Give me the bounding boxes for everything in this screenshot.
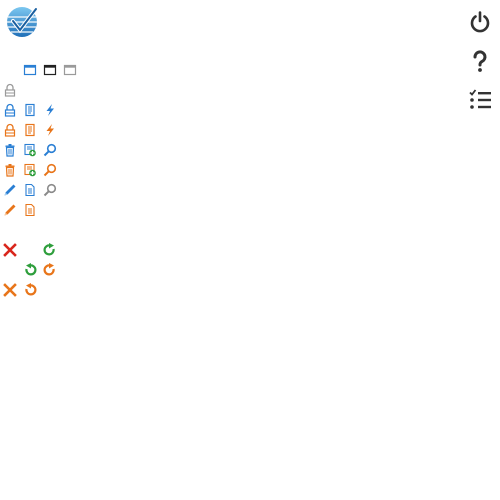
app-logo — [5, 5, 39, 39]
lock-orange-icon[interactable] — [3, 123, 17, 137]
trash-blue-icon[interactable] — [3, 143, 17, 157]
close-red-icon[interactable] — [3, 243, 17, 257]
checklist-icon[interactable] — [468, 88, 492, 112]
redo-orange-icon[interactable] — [43, 263, 57, 277]
search-orange-icon[interactable] — [43, 163, 57, 177]
window-gray-icon[interactable] — [63, 63, 77, 77]
close-orange-icon[interactable] — [3, 283, 17, 297]
pencil-blue-icon[interactable] — [3, 183, 17, 197]
lightning-orange-icon[interactable] — [43, 123, 57, 137]
window-dark-icon[interactable] — [43, 63, 57, 77]
document-blue-icon[interactable] — [23, 183, 37, 197]
pencil-orange-icon[interactable] — [3, 203, 17, 217]
undo-orange-icon[interactable] — [23, 283, 37, 297]
undo-green-icon[interactable] — [23, 263, 37, 277]
lock-blue-icon[interactable] — [3, 103, 17, 117]
document-stack-orange-icon[interactable] — [23, 123, 37, 137]
add-record-green-icon[interactable] — [23, 143, 37, 157]
add-record-orange-icon[interactable] — [23, 163, 37, 177]
lock-gray-icon[interactable] — [3, 83, 17, 97]
power-icon[interactable] — [468, 10, 492, 34]
lightning-blue-icon[interactable] — [43, 103, 57, 117]
search-gray-icon[interactable] — [43, 183, 57, 197]
trash-orange-icon[interactable] — [3, 163, 17, 177]
search-blue-icon[interactable] — [43, 143, 57, 157]
window-blue-icon[interactable] — [23, 63, 37, 77]
help-icon[interactable] — [468, 49, 492, 73]
document-orange-icon[interactable] — [23, 203, 37, 217]
document-stack-blue-icon[interactable] — [23, 103, 37, 117]
redo-green-icon[interactable] — [43, 243, 57, 257]
